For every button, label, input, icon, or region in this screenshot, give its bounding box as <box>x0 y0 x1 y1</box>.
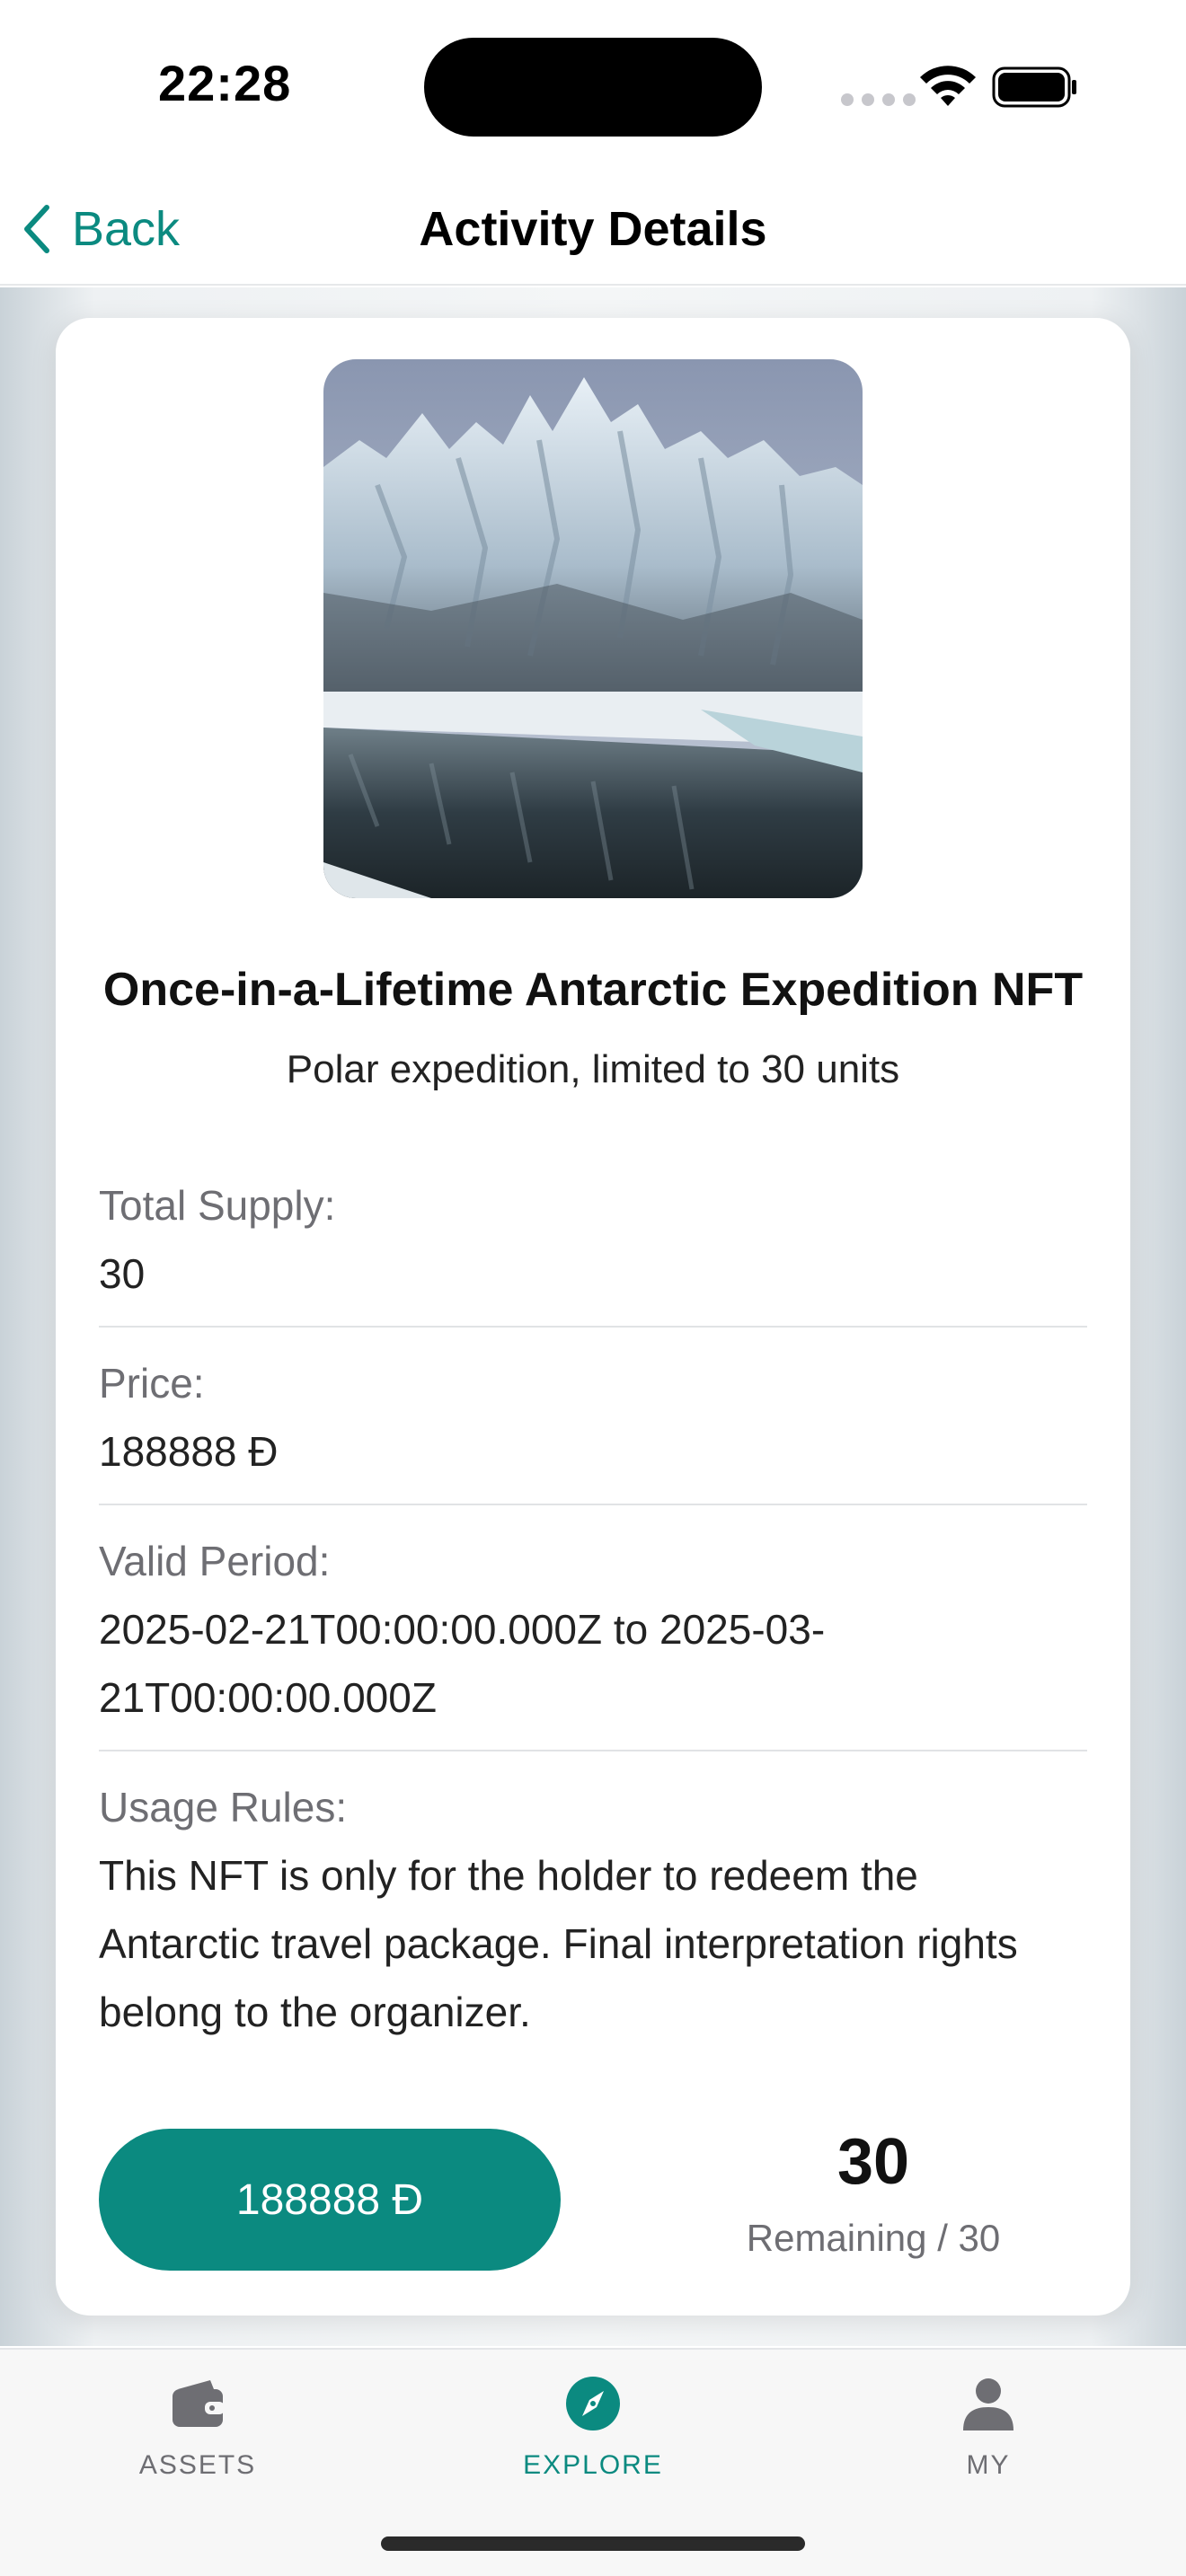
divider <box>99 1750 1087 1751</box>
wallet-icon <box>173 2380 225 2427</box>
person-icon <box>963 2378 1013 2430</box>
battery-icon <box>992 66 1076 108</box>
valid-period-field: Valid Period: 2025-02-21T00:00:00.000Z t… <box>99 1527 1087 1732</box>
total-supply-label: Total Supply: <box>99 1182 336 1229</box>
valid-period-value-line: 21T00:00:00.000Z <box>99 1674 437 1721</box>
tab-explore[interactable]: EXPLORE <box>476 2371 710 2506</box>
navigation-bar: Back Activity Details <box>0 171 1186 286</box>
usage-rules-field: Usage Rules: This NFT is only for the ho… <box>99 1773 1087 2046</box>
tab-label: ASSETS <box>138 2450 257 2480</box>
tab-label: MY <box>966 2450 1011 2480</box>
valid-period-value-line: 2025-02-21T00:00:00.000Z to 2025-03- <box>99 1606 826 1653</box>
total-supply-field: Total Supply: 30 <box>99 1171 1087 1308</box>
usage-rules-label: Usage Rules: <box>99 1784 348 1831</box>
usage-rules-value-line: Antarctic travel package. Final interpre… <box>99 1920 1018 1967</box>
page-title: Activity Details <box>419 202 767 256</box>
app-screen: 22:28 Back Activity Details Once-in-a-Li… <box>0 0 1186 2576</box>
glacier-photo <box>323 359 863 898</box>
home-indicator <box>381 2536 805 2551</box>
price-field: Price: 188888 Đ <box>99 1349 1087 1486</box>
usage-rules-value-line: belong to the organizer. <box>99 1989 531 2035</box>
activity-card: Once-in-a-Lifetime Antarctic Expedition … <box>56 318 1130 2316</box>
remaining-count: 30 <box>836 2126 910 2198</box>
nft-subtitle: Polar expedition, limited to 30 units <box>286 1047 900 1091</box>
compass-icon <box>566 2377 620 2430</box>
tab-my[interactable]: MY <box>872 2371 1105 2506</box>
price-label: Price: <box>99 1360 205 1407</box>
tab-assets[interactable]: ASSETS <box>81 2371 314 2506</box>
cellular-signal-icon <box>841 93 916 106</box>
tab-label: EXPLORE <box>523 2450 663 2480</box>
remaining-label: Remaining / 30 <box>746 2217 1001 2259</box>
nft-image <box>323 359 863 898</box>
usage-rules-value-line: This NFT is only for the holder to redee… <box>99 1852 918 1899</box>
wifi-icon <box>920 66 976 106</box>
valid-period-label: Valid Period: <box>99 1538 331 1584</box>
price-value: 188888 Đ <box>99 1428 279 1475</box>
divider <box>99 1326 1087 1328</box>
divider <box>99 1504 1087 1505</box>
nft-title: Once-in-a-Lifetime Antarctic Expedition … <box>102 964 1084 1016</box>
status-bar: 22:28 <box>0 0 1186 171</box>
status-time: 22:28 <box>158 55 292 111</box>
dynamic-island <box>424 38 762 137</box>
buy-button[interactable]: 188888 Đ <box>99 2129 561 2271</box>
total-supply-value: 30 <box>99 1250 146 1297</box>
